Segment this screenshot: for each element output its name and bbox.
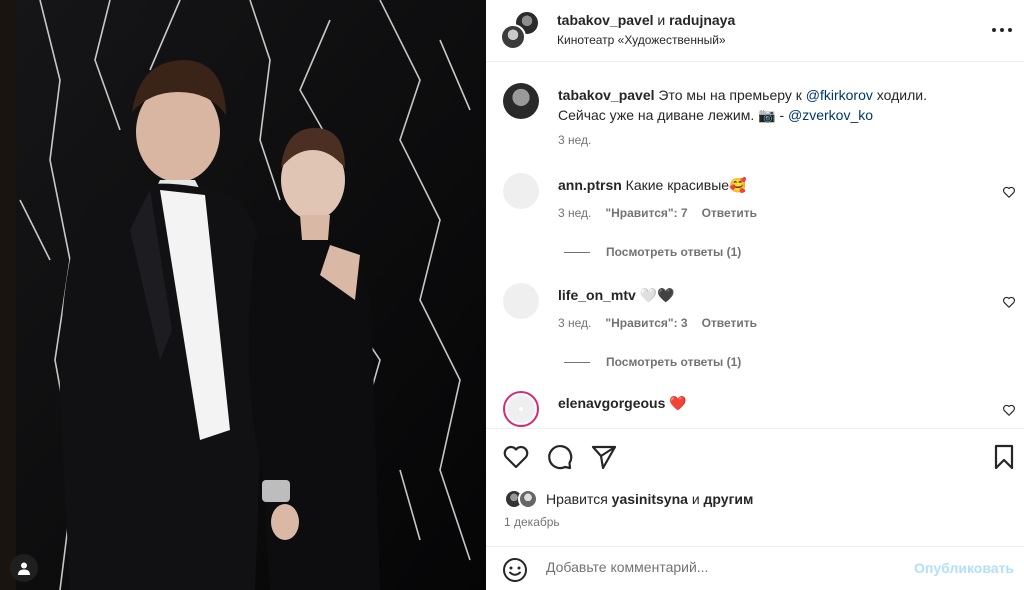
post-photo[interactable]: [0, 0, 486, 590]
avatar[interactable]: [503, 173, 539, 209]
likes-summary: Нравится yasinitsyna и другим: [504, 489, 753, 509]
post-date[interactable]: 1 декабрь: [504, 515, 560, 529]
tagged-users-button[interactable]: [10, 554, 38, 582]
post-header: tabakov_pavel и radujnaya Кинотеатр «Худ…: [486, 0, 1024, 62]
avatar: [500, 24, 526, 50]
like-comment-heart-icon[interactable]: [1002, 403, 1016, 417]
caption-meta: 3 нед.: [558, 133, 591, 147]
reply-button[interactable]: Ответить: [702, 206, 757, 220]
comment-meta: 3 нед. "Нравится": 3 Ответить: [558, 316, 757, 330]
comment-likes[interactable]: "Нравится": 3: [605, 316, 687, 330]
avatar[interactable]: [503, 83, 539, 119]
likes-text: Нравится yasinitsyna и другим: [546, 491, 753, 507]
comment-likes[interactable]: "Нравится": 7: [605, 206, 687, 220]
avatar: [518, 489, 538, 509]
post-actions: Нравится yasinitsyna и другим 1 декабрь: [486, 428, 1024, 546]
likes-prefix: Нравится: [546, 491, 612, 507]
caption-body: Это мы на премьеру к: [654, 87, 806, 103]
add-comment-bar: Опубликовать: [486, 546, 1024, 590]
comment-body: 🤍🖤: [635, 287, 675, 303]
view-replies-button[interactable]: Посмотреть ответы (1): [564, 355, 741, 369]
comment-text: elenavgorgeous ❤️: [558, 393, 978, 413]
comment-username[interactable]: life_on_mtv: [558, 287, 636, 303]
user-icon: [18, 562, 30, 575]
other-likers-link[interactable]: другим: [704, 491, 754, 507]
comment-username[interactable]: elenavgorgeous: [558, 395, 665, 411]
liker-username[interactable]: yasinitsyna: [612, 491, 688, 507]
view-replies-label: Посмотреть ответы (1): [606, 245, 742, 259]
replies-divider: [564, 361, 590, 363]
author-link[interactable]: tabakov_pavel: [557, 12, 654, 28]
comment-meta: 3 нед. "Нравится": 7 Ответить: [558, 206, 757, 220]
emoji-icon[interactable]: [502, 557, 528, 583]
comment-body: Какие красивые🥰: [621, 177, 747, 193]
view-replies-button[interactable]: Посмотреть ответы (1): [564, 245, 741, 259]
more-options-button[interactable]: [990, 18, 1014, 42]
photo-image: [0, 0, 486, 590]
comment-time[interactable]: 3 нед.: [558, 206, 591, 220]
post-authors: tabakov_pavel и radujnaya: [557, 12, 735, 28]
share-send-icon[interactable]: [590, 443, 618, 471]
bookmark-save-icon[interactable]: [990, 443, 1018, 471]
like-comment-heart-icon[interactable]: [1002, 185, 1016, 199]
view-replies-label: Посмотреть ответы (1): [606, 355, 742, 369]
mention-link[interactable]: @zverkov_ko: [788, 107, 873, 123]
caption-text: tabakov_pavel Это мы на премьеру к @fkir…: [558, 85, 978, 125]
more-horizontal-icon: [992, 28, 1012, 32]
avatar[interactable]: [503, 283, 539, 319]
collab-avatars[interactable]: [500, 10, 540, 50]
caption-time[interactable]: 3 нед.: [558, 133, 591, 147]
location-link[interactable]: Кинотеатр «Художественный»: [557, 33, 726, 47]
caption-username[interactable]: tabakov_pavel: [558, 87, 655, 103]
like-comment-heart-icon[interactable]: [1002, 295, 1016, 309]
comment-body: ❤️: [665, 395, 687, 411]
post-side-panel: tabakov_pavel и radujnaya Кинотеатр «Худ…: [486, 0, 1024, 590]
likes-mid: и: [687, 491, 704, 507]
mention-link[interactable]: @fkirkorov: [806, 87, 873, 103]
replies-divider: [564, 251, 590, 253]
comment-bubble-icon[interactable]: [546, 443, 574, 471]
like-heart-icon[interactable]: [502, 443, 530, 471]
comment-time[interactable]: 3 нед.: [558, 316, 591, 330]
post-comment-button[interactable]: Опубликовать: [914, 560, 1014, 576]
comments-list[interactable]: tabakov_pavel Это мы на премьеру к @fkir…: [486, 63, 1024, 428]
comment-text: life_on_mtv 🤍🖤: [558, 285, 978, 305]
comment-text: ann.ptrsn Какие красивые🥰: [558, 175, 978, 195]
comment-input[interactable]: [546, 559, 906, 575]
comment-username[interactable]: ann.ptrsn: [558, 177, 622, 193]
avatar[interactable]: [503, 391, 539, 427]
authors-conjunction: и: [653, 12, 670, 28]
reply-button[interactable]: Ответить: [702, 316, 757, 330]
author-link[interactable]: radujnaya: [669, 12, 735, 28]
